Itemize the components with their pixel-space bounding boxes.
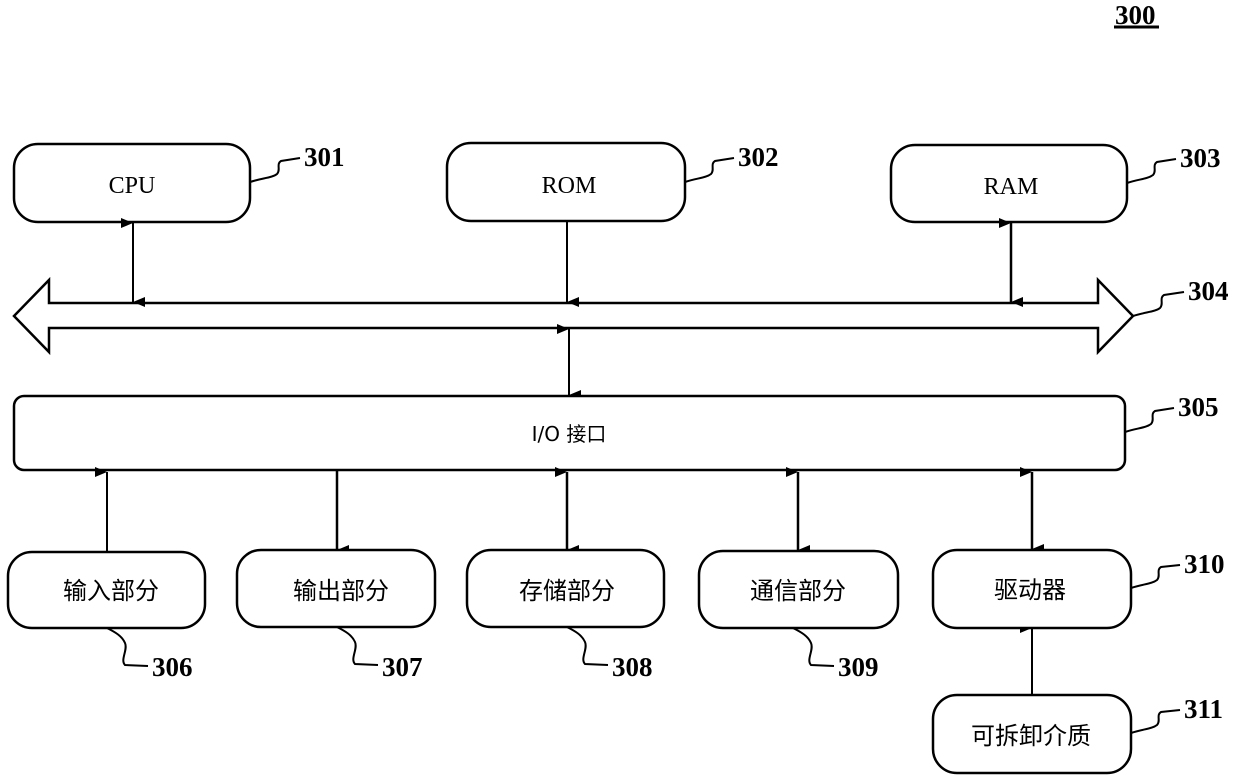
system-bus: 304 [12,276,1229,356]
ram-block: RAM 303 [889,143,1221,224]
rom-block: ROM 302 [445,141,779,223]
ref-309: 309 [838,652,879,682]
ref-307: 307 [382,652,423,682]
svg-text:输入部分: 输入部分 [63,577,159,605]
svg-text:I/O 接口: I/O 接口 [532,422,607,446]
svg-text:RAM: RAM [984,174,1039,200]
figure-number: 300 [1114,0,1159,30]
block-diagram: 300 CPU 301 ROM 302 RAM 303 304 I/O 接口 3… [6,0,1229,775]
svg-text:驱动器: 驱动器 [994,576,1066,604]
ref-301: 301 [304,142,345,172]
ref-311: 311 [1184,694,1223,724]
driver-block: 驱动器 310 [931,548,1225,630]
storage-block: 存储部分 308 [465,548,666,682]
comm-block: 通信部分 309 [697,549,900,682]
ref-303: 303 [1180,143,1221,173]
ref-302: 302 [738,142,779,172]
svg-text:可拆卸介质: 可拆卸介质 [971,722,1091,750]
ref-306: 306 [152,652,193,682]
ref-310: 310 [1184,549,1225,579]
ref-305: 305 [1178,392,1219,422]
ref-308: 308 [612,652,653,682]
svg-text:ROM: ROM [542,173,597,199]
input-block: 输入部分 306 [6,550,207,682]
svg-text:存储部分: 存储部分 [519,577,615,605]
cpu-block: CPU 301 [12,142,345,224]
svg-text:输出部分: 输出部分 [293,577,389,605]
output-block: 输出部分 307 [235,548,437,682]
removable-media-block: 可拆卸介质 311 [931,693,1223,775]
ref-304: 304 [1188,276,1229,306]
svg-text:CPU: CPU [109,173,156,199]
svg-text:通信部分: 通信部分 [750,577,846,605]
io-interface-block: I/O 接口 305 [12,392,1219,472]
